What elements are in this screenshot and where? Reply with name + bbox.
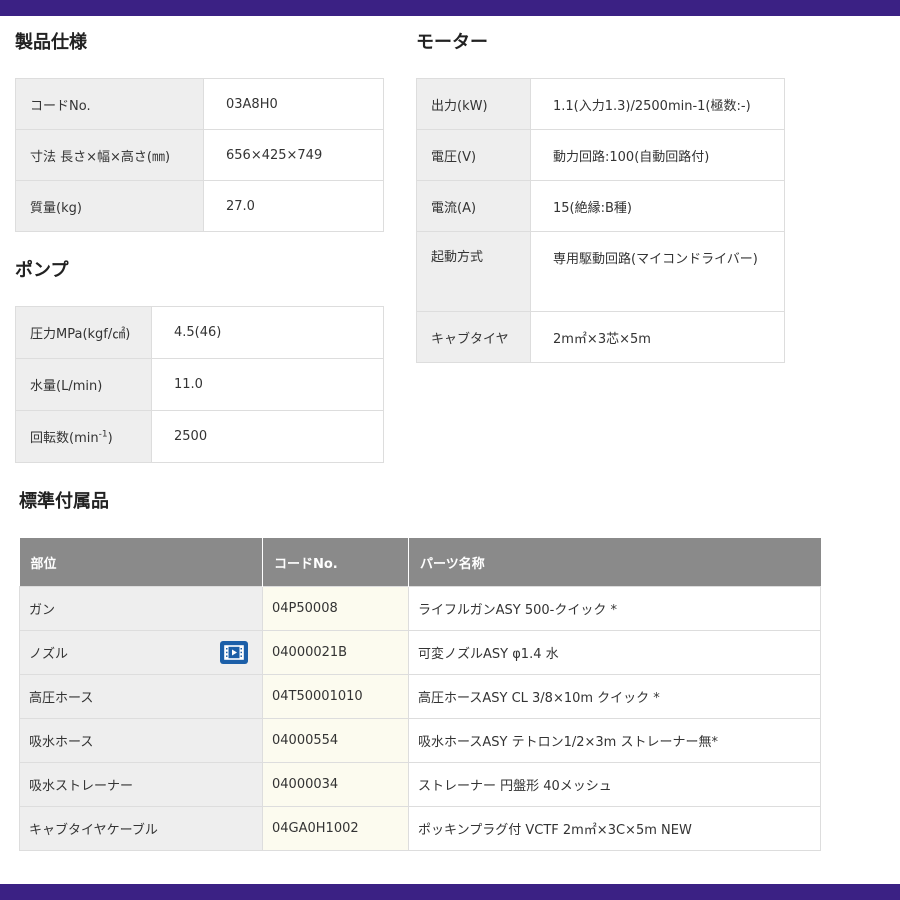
motor-title: モーター xyxy=(416,32,488,53)
spec-title: 製品仕様 xyxy=(15,32,87,53)
name-cell: 吸水ホースASY テトロン1/2×3m ストレーナー無* xyxy=(408,718,821,763)
motor-label: 起動方式 xyxy=(416,231,531,312)
table-row: 水量(L/min) 11.0 xyxy=(15,358,384,411)
part-cell: ノズル xyxy=(19,630,263,675)
column-header-code: コードNo. xyxy=(262,538,409,587)
pump-value: 4.5(46) xyxy=(151,306,384,359)
code-cell: 04000021B xyxy=(262,630,409,675)
part-cell: 吸水ホース xyxy=(19,718,263,763)
speed-label-sup: -1 xyxy=(98,429,108,440)
spec-label: 寸法 長さ×幅×高さ(㎜) xyxy=(15,129,204,181)
name-cell: 可変ノズルASY φ1.4 水 xyxy=(408,630,821,675)
accessories-table: 部位 コードNo. パーツ名称 ガン 04P50008 ライフルガンASY 50… xyxy=(19,538,821,851)
name-cell: ライフルガンASY 500-クイック * xyxy=(408,586,821,631)
motor-value: 動力回路:100(自動回路付) xyxy=(530,129,785,181)
top-band xyxy=(0,0,900,16)
table-row: キャブタイヤ 2m㎡×3芯×5m xyxy=(416,311,785,363)
name-cell: 高圧ホースASY CL 3/8×10m クイック * xyxy=(408,674,821,719)
code-cell: 04000554 xyxy=(262,718,409,763)
movie-icon[interactable] xyxy=(220,641,248,664)
table-row: 回転数(min-1) 2500 xyxy=(15,410,384,463)
table-row: 圧力MPa(kgf/㎠) 4.5(46) xyxy=(15,306,384,359)
motor-label: キャブタイヤ xyxy=(416,311,531,363)
spec-label: コードNo. xyxy=(15,78,204,130)
part-cell: ガン xyxy=(19,586,263,631)
pump-table: 圧力MPa(kgf/㎠) 4.5(46) 水量(L/min) 11.0 回転数(… xyxy=(15,306,384,463)
table-row: コードNo. 03A8H0 xyxy=(15,78,384,130)
speed-label-main: 回転数(min xyxy=(30,431,99,446)
table-row: 寸法 長さ×幅×高さ(㎜) 656×425×749 xyxy=(15,129,384,181)
table-row: 電流(A) 15(絶縁:B種) xyxy=(416,180,785,232)
spec-label: 質量(kg) xyxy=(15,180,204,232)
pump-label: 圧力MPa(kgf/㎠) xyxy=(15,306,152,359)
spec-table: コードNo. 03A8H0 寸法 長さ×幅×高さ(㎜) 656×425×749 … xyxy=(15,78,384,232)
code-cell: 04GA0H1002 xyxy=(262,806,409,851)
bottom-band xyxy=(0,884,900,900)
table-row: 出力(kW) 1.1(入力1.3)/2500min-1(極数:-) xyxy=(416,78,785,130)
motor-label: 電流(A) xyxy=(416,180,531,232)
table-row: 吸水ホース 04000554 吸水ホースASY テトロン1/2×3m ストレーナ… xyxy=(19,718,821,763)
part-cell: 高圧ホース xyxy=(19,674,263,719)
motor-value: 2m㎡×3芯×5m xyxy=(530,311,785,363)
column-header-name: パーツ名称 xyxy=(408,538,821,587)
motor-value: 15(絶縁:B種) xyxy=(530,180,785,232)
table-row: ノズル 04000021B 可変ノズルASY φ1.4 水 xyxy=(19,630,821,675)
accessories-title: 標準付属品 xyxy=(19,491,109,512)
column-header-part: 部位 xyxy=(19,538,263,587)
pump-title: ポンプ xyxy=(15,260,69,281)
code-cell: 04000034 xyxy=(262,762,409,807)
spec-value: 03A8H0 xyxy=(203,78,384,130)
speed-label-end: ) xyxy=(107,431,113,446)
part-cell: 吸水ストレーナー xyxy=(19,762,263,807)
motor-label: 出力(kW) xyxy=(416,78,531,130)
code-cell: 04T50001010 xyxy=(262,674,409,719)
motor-value: 専用駆動回路(マイコンドライバー) xyxy=(530,231,785,312)
part-cell: キャブタイヤケーブル xyxy=(19,806,263,851)
name-cell: ポッキンプラグ付 VCTF 2m㎡×3C×5m NEW xyxy=(408,806,821,851)
motor-table: 出力(kW) 1.1(入力1.3)/2500min-1(極数:-) 電圧(V) … xyxy=(416,78,785,363)
spec-value: 27.0 xyxy=(203,180,384,232)
table-row: 高圧ホース 04T50001010 高圧ホースASY CL 3/8×10m クイ… xyxy=(19,674,821,719)
motor-value: 1.1(入力1.3)/2500min-1(極数:-) xyxy=(530,78,785,130)
spec-value: 656×425×749 xyxy=(203,129,384,181)
table-row: キャブタイヤケーブル 04GA0H1002 ポッキンプラグ付 VCTF 2m㎡×… xyxy=(19,806,821,851)
table-row: 電圧(V) 動力回路:100(自動回路付) xyxy=(416,129,785,181)
table-row: 吸水ストレーナー 04000034 ストレーナー 円盤形 40メッシュ xyxy=(19,762,821,807)
pump-label: 水量(L/min) xyxy=(15,358,152,411)
pump-value: 11.0 xyxy=(151,358,384,411)
table-row: 起動方式 専用駆動回路(マイコンドライバー) xyxy=(416,231,785,312)
pump-value: 2500 xyxy=(151,410,384,463)
part-label: ノズル xyxy=(29,647,69,662)
name-cell: ストレーナー 円盤形 40メッシュ xyxy=(408,762,821,807)
table-header-row: 部位 コードNo. パーツ名称 xyxy=(19,538,821,587)
code-cell: 04P50008 xyxy=(262,586,409,631)
table-row: ガン 04P50008 ライフルガンASY 500-クイック * xyxy=(19,586,821,631)
pump-label: 回転数(min-1) xyxy=(15,410,152,463)
motor-label: 電圧(V) xyxy=(416,129,531,181)
table-row: 質量(kg) 27.0 xyxy=(15,180,384,232)
